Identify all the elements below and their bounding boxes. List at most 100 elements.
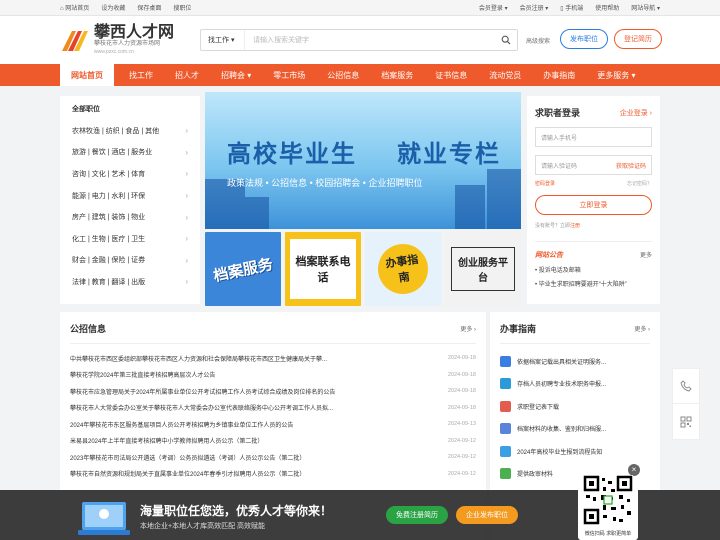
category-item[interactable]: 旅游 | 餐饮 | 酒店 | 服务业 › [60, 142, 200, 164]
qr-caption: 微信扫码 求职更简单 [584, 531, 632, 537]
service-tiles: 档案服务 档案联系电话 办事指南 创业服务平台 [205, 232, 521, 306]
guide-item[interactable]: 档案材料的收集、鉴别和归档服... [500, 418, 650, 441]
qr-code-icon [583, 475, 633, 525]
logo-title: 攀西人才网 [94, 22, 175, 41]
phone-input[interactable]: 请输入手机号 [535, 127, 652, 147]
member-login-link[interactable]: 会员登录 ▾ [479, 3, 508, 12]
post-job-promo-button[interactable]: 企业发布职位 [456, 506, 518, 524]
member-register-link[interactable]: 会员注册 ▾ [520, 3, 549, 12]
nav-home[interactable]: 网站首页 [60, 64, 114, 86]
register-link[interactable]: 注册 [570, 223, 580, 229]
banner-title-left: 高校毕业生 [227, 140, 357, 168]
guide-title: 办事指南 [500, 324, 537, 334]
tile-label: 档案服务 [212, 255, 275, 285]
category-item[interactable]: 房产 | 建筑 | 装饰 | 物业 › [60, 206, 200, 228]
advanced-search-link[interactable]: 高级搜索 [526, 36, 550, 45]
chevron-right-icon: › [185, 191, 188, 201]
news-row[interactable]: 米易县2024年上半年直接考核招聘中小学教师拟聘用人员公示（第二批） 2024-0… [70, 433, 476, 450]
guide-item[interactable]: 求职登记表下载 [500, 395, 650, 418]
register-prompt: 没有账号？立即注册 [535, 223, 581, 229]
document-icon [500, 378, 511, 390]
document-icon [500, 400, 511, 412]
tile-label: 档案联系电话 [290, 239, 356, 299]
news-more-link[interactable]: 更多 › [460, 324, 476, 333]
tile-startup[interactable]: 创业服务平台 [445, 232, 521, 306]
category-item[interactable]: 农林牧渔 | 纺织 | 食品 | 其他 › [60, 120, 200, 142]
chevron-right-icon: › [185, 234, 188, 244]
search-input[interactable]: 请输入搜索关键字 [245, 35, 495, 45]
guide-more-link[interactable]: 更多 › [634, 324, 650, 333]
category-item[interactable]: 咨询 | 文化 | 艺术 | 体育 › [60, 163, 200, 185]
graduate-banner[interactable]: 高校毕业生 就业专栏 政策法规 • 公招信息 • 校园招聘会 • 企业招聘职位 [205, 92, 521, 229]
logo[interactable]: 攀西人才网 攀枝花市人力资源市场网 www.pzxc.com.cn [60, 24, 174, 56]
news-row[interactable]: 2023年攀枝花市司法局公开遴选（考调）公务员拟遴选（考调）人员公示公告（第二批… [70, 449, 476, 466]
tile-archive-service[interactable]: 档案服务 [205, 232, 281, 306]
banner-building [487, 169, 521, 229]
news-row[interactable]: 中共攀枝花市西区委组织部攀枝花市西区人力资源和社会保障局攀枝花市西区卫生健康局关… [70, 350, 476, 367]
guide-item[interactable]: 2024年高校毕业生报到流程告知 [500, 440, 650, 463]
category-item[interactable]: 能源 | 电力 | 水利 | 环保 › [60, 185, 200, 207]
qrcode-icon[interactable] [673, 404, 699, 439]
tile-archive-phone[interactable]: 档案联系电话 [285, 232, 361, 306]
category-item[interactable]: 法律 | 教育 | 翻译 | 出版 › [60, 271, 200, 293]
home-link[interactable]: ⌂ 网站首页 [60, 3, 89, 12]
banner-subtitle: 政策法规 • 公招信息 • 校园招聘会 • 企业招聘职位 [227, 178, 423, 188]
nav-guide[interactable]: 办事指南 [532, 64, 586, 86]
register-resume-promo-button[interactable]: 免费注册简历 [386, 506, 448, 524]
search-icon[interactable] [495, 35, 517, 45]
header: 攀西人才网 攀枝花市人力资源市场网 www.pzxc.com.cn 找工作 ▾ … [0, 16, 720, 64]
news-row[interactable]: 2024年攀枝花市东区服务基层项目人员公开考核招聘为乡镇事业单位工作人员的公告 2… [70, 416, 476, 433]
recruit-link[interactable]: 搜职位 [173, 3, 191, 12]
register-resume-button[interactable]: 登记简历 [614, 29, 662, 49]
promo-subline: 本地企业+本地人才库高效匹配 高效赋能 [140, 523, 266, 530]
category-header: 全部职位 [72, 106, 100, 113]
category-item[interactable]: 化工 | 生物 | 医疗 | 卫生 › [60, 228, 200, 250]
notice-item[interactable]: • 毕业生求职招聘要避开“十大陷阱” [535, 279, 652, 288]
tile-guide[interactable]: 办事指南 [365, 232, 441, 306]
document-icon [500, 355, 511, 367]
category-item[interactable]: 财会 | 金融 | 保险 | 证券 › [60, 250, 200, 272]
news-row[interactable]: 攀枝花市人大常委会办公室关于攀枝花市人大常委会办公室代表联络服务中心公开考调工作… [70, 400, 476, 417]
nav-certificate[interactable]: 证书信息 [424, 64, 478, 86]
search-type-select[interactable]: 找工作 ▾ [201, 30, 245, 50]
nav-more[interactable]: 更多服务 ▾ [586, 64, 646, 86]
news-row[interactable]: 攀枝花市自然资源和规划局关于直属事业单位2024年春季引才拟聘用人员公示（第二批… [70, 466, 476, 483]
news-row[interactable]: 攀枝花市应急管理局关于2024年所属事业单位公开考试招聘工作人员考试综合成绩及岗… [70, 383, 476, 400]
chevron-right-icon: › [185, 126, 188, 136]
enterprise-login-link[interactable]: 企业登录 › [620, 108, 652, 118]
mobile-link[interactable]: ▯ 手机端 [560, 3, 583, 12]
save-desktop-link[interactable]: 保存桌面 [137, 3, 161, 12]
tile-label: 创业服务平台 [451, 247, 515, 291]
code-input[interactable]: 请输入验证码 获取验证码 [535, 155, 652, 175]
tile-label: 办事指南 [374, 240, 432, 298]
guide-item[interactable]: 依据档案记载出具相关证明服务... [500, 350, 650, 373]
notice-more-link[interactable]: 更多 [640, 250, 652, 260]
forgot-password-link[interactable]: 忘记密码？ [627, 180, 652, 187]
phone-icon[interactable] [673, 369, 699, 404]
nav-job-fair[interactable]: 招聘会 ▾ [210, 64, 262, 86]
nav-public-recruit[interactable]: 公招信息 [316, 64, 370, 86]
chevron-right-icon: › [185, 277, 188, 287]
guide-item[interactable]: 存档人员初聘专业技术职务申报... [500, 373, 650, 396]
nav-gig-market[interactable]: 零工市场 [262, 64, 316, 86]
nav-archive[interactable]: 档案服务 [370, 64, 424, 86]
password-login-link[interactable]: 密码登录 [535, 180, 555, 187]
news-row[interactable]: 攀枝花学院2024年第三批直接考核招聘高层次人才公告 2024-09-18 [70, 367, 476, 384]
notice-item[interactable]: • 投诉电话及邮箱 [535, 265, 652, 274]
chevron-right-icon: › [185, 255, 188, 265]
top-bar: ⌂ 网站首页 设为收藏 保存桌面 搜职位 会员登录 ▾ 会员注册 ▾ ▯ 手机端… [0, 0, 720, 16]
login-title: 求职者登录 [535, 108, 581, 118]
login-button[interactable]: 立即登录 [535, 195, 652, 215]
banner-building [455, 185, 485, 229]
nav-party[interactable]: 流动党员 [478, 64, 532, 86]
logo-url: www.pzxc.com.cn [94, 49, 134, 55]
post-job-button[interactable]: 发布职位 [560, 29, 608, 49]
document-icon [500, 423, 511, 435]
help-link[interactable]: 使用帮助 [595, 3, 619, 12]
nav-find-talent[interactable]: 招人才 [164, 64, 210, 86]
get-code-button[interactable]: 获取验证码 [616, 161, 646, 170]
nav-find-job[interactable]: 找工作 [118, 64, 164, 86]
favorite-link[interactable]: 设为收藏 [101, 3, 125, 12]
site-nav-link[interactable]: 网站导航 ▾ [631, 3, 660, 12]
floating-sidebar [672, 368, 700, 440]
